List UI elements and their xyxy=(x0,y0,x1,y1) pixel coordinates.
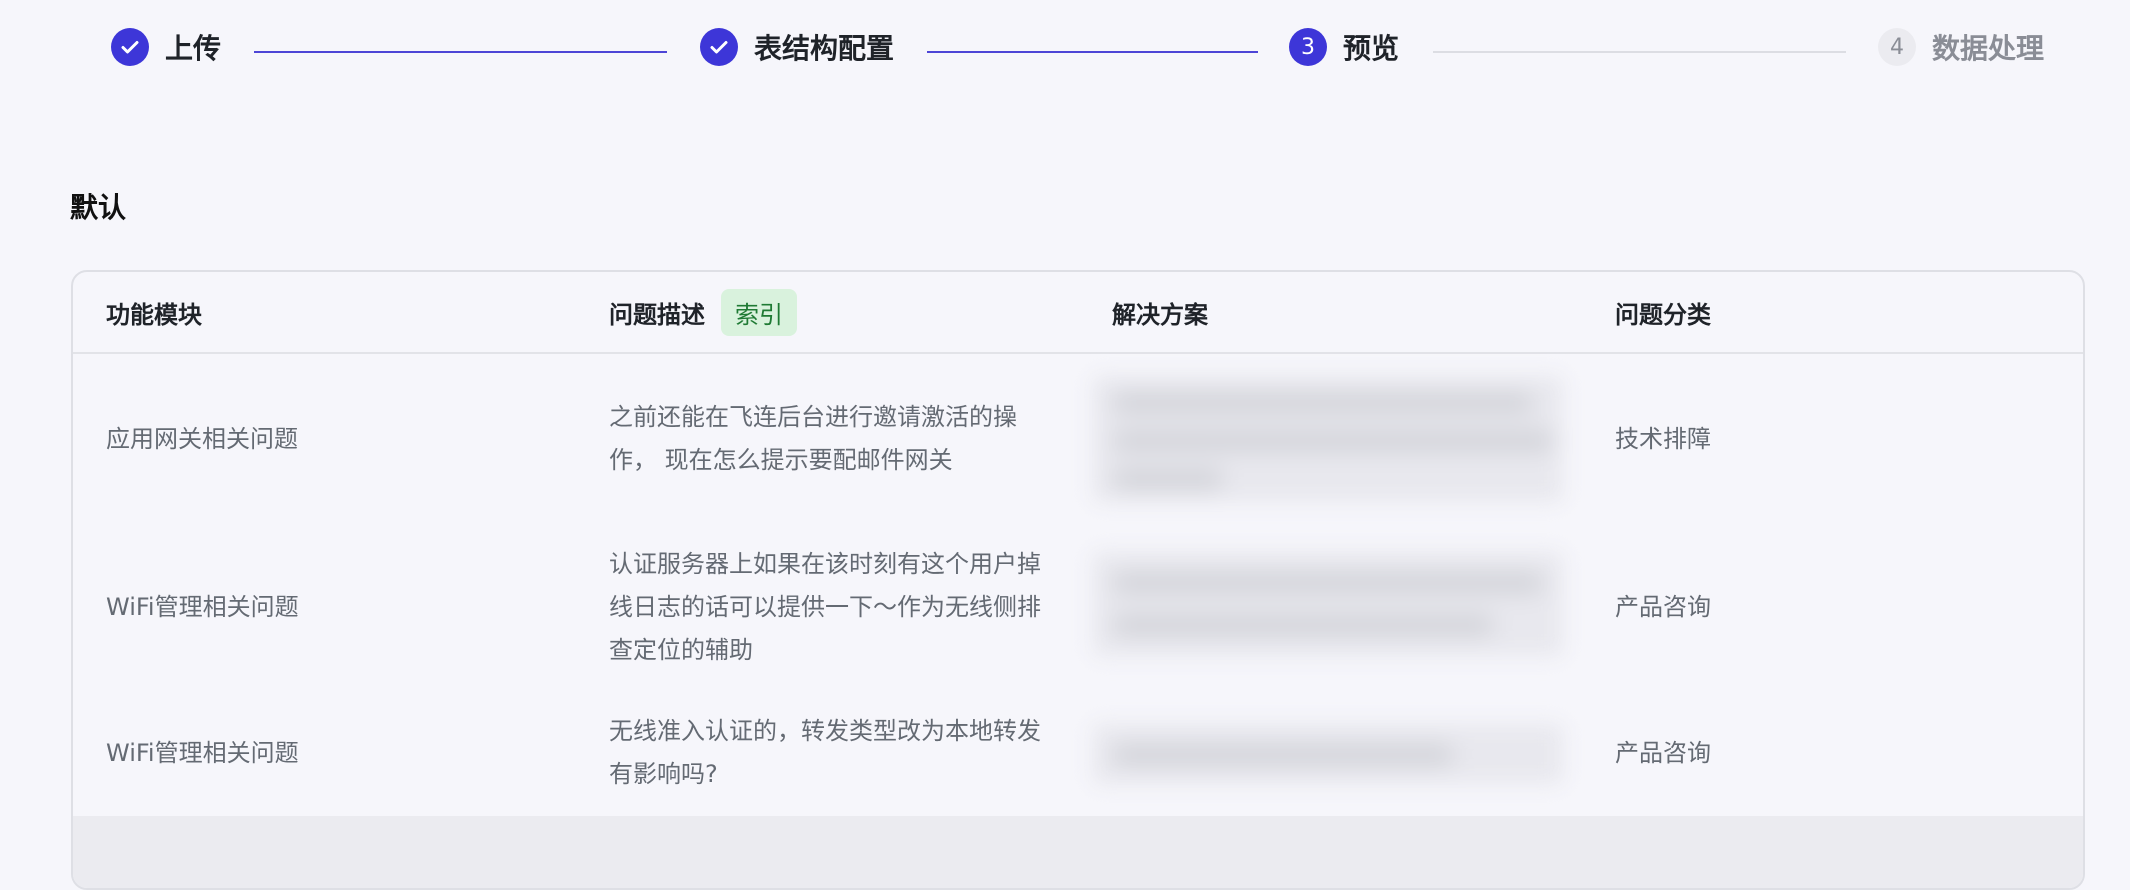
check-icon xyxy=(700,28,738,66)
column-label: 功能模块 xyxy=(106,300,202,329)
cell-module: 应用网关相关问题 xyxy=(106,424,298,453)
step-connector xyxy=(254,51,667,53)
cell-module: WiFi管理相关问题 xyxy=(106,738,299,767)
cell-description: 之前还能在飞连后台进行邀请激活的操作， 现在怎么提示要配邮件网关 xyxy=(609,403,1017,474)
step-upload[interactable]: 上传 xyxy=(111,25,221,69)
cell-description: 无线准入认证的，转发类型改为本地转发有影响吗? xyxy=(609,717,1041,788)
table-header: 功能模块 问题描述 索引 解决方案 问题分类 xyxy=(73,272,2083,354)
table-row-partial xyxy=(73,816,2083,888)
table-row: 应用网关相关问题 之前还能在飞连后台进行邀请激活的操作， 现在怎么提示要配邮件网… xyxy=(73,354,2083,524)
step-connector xyxy=(1433,51,1846,53)
step-label: 表结构配置 xyxy=(754,32,895,65)
step-data-processing[interactable]: 4 数据处理 xyxy=(1878,25,2044,69)
step-label: 数据处理 xyxy=(1932,32,2045,65)
index-badge: 索引 xyxy=(721,288,797,336)
step-number: 4 xyxy=(1878,28,1916,66)
cell-category: 产品咨询 xyxy=(1615,592,1711,621)
table-row: WiFi管理相关问题 无线准入认证的，转发类型改为本地转发有影响吗? 产品咨询 xyxy=(73,690,2083,816)
check-icon xyxy=(111,28,149,66)
cell-category: 技术排障 xyxy=(1615,424,1711,453)
stepper: 上传 表结构配置 3 预览 4 数据处理 xyxy=(0,0,2130,100)
column-header-category: 问题分类 xyxy=(1615,272,2055,352)
cell-module: WiFi管理相关问题 xyxy=(106,592,299,621)
step-preview[interactable]: 3 预览 xyxy=(1289,25,1399,69)
cell-solution-blurred xyxy=(1093,376,1563,502)
column-header-solution: 解决方案 xyxy=(1112,272,1612,352)
section-title: 默认 xyxy=(70,191,127,224)
column-header-module: 功能模块 xyxy=(106,272,566,352)
step-connector xyxy=(927,51,1258,53)
step-label: 上传 xyxy=(165,32,222,65)
step-number: 3 xyxy=(1289,28,1327,66)
cell-solution-blurred xyxy=(1093,552,1563,656)
column-label: 问题分类 xyxy=(1615,300,1711,329)
column-label: 解决方案 xyxy=(1112,300,1208,329)
column-header-description: 问题描述 索引 xyxy=(609,272,1061,352)
table-row: WiFi管理相关问题 认证服务器上如果在该时刻有这个用户掉线日志的话可以提供一下… xyxy=(73,524,2083,690)
cell-solution-blurred xyxy=(1093,724,1563,784)
column-label: 问题描述 xyxy=(609,300,705,329)
step-schema-config[interactable]: 表结构配置 xyxy=(700,25,894,69)
cell-description: 认证服务器上如果在该时刻有这个用户掉线日志的话可以提供一下～作为无线侧排查定位的… xyxy=(609,549,1041,664)
cell-category: 产品咨询 xyxy=(1615,738,1711,767)
step-label: 预览 xyxy=(1343,32,1400,65)
preview-table: 功能模块 问题描述 索引 解决方案 问题分类 应用网关相关问题 之前还能在飞连后… xyxy=(71,270,2085,890)
